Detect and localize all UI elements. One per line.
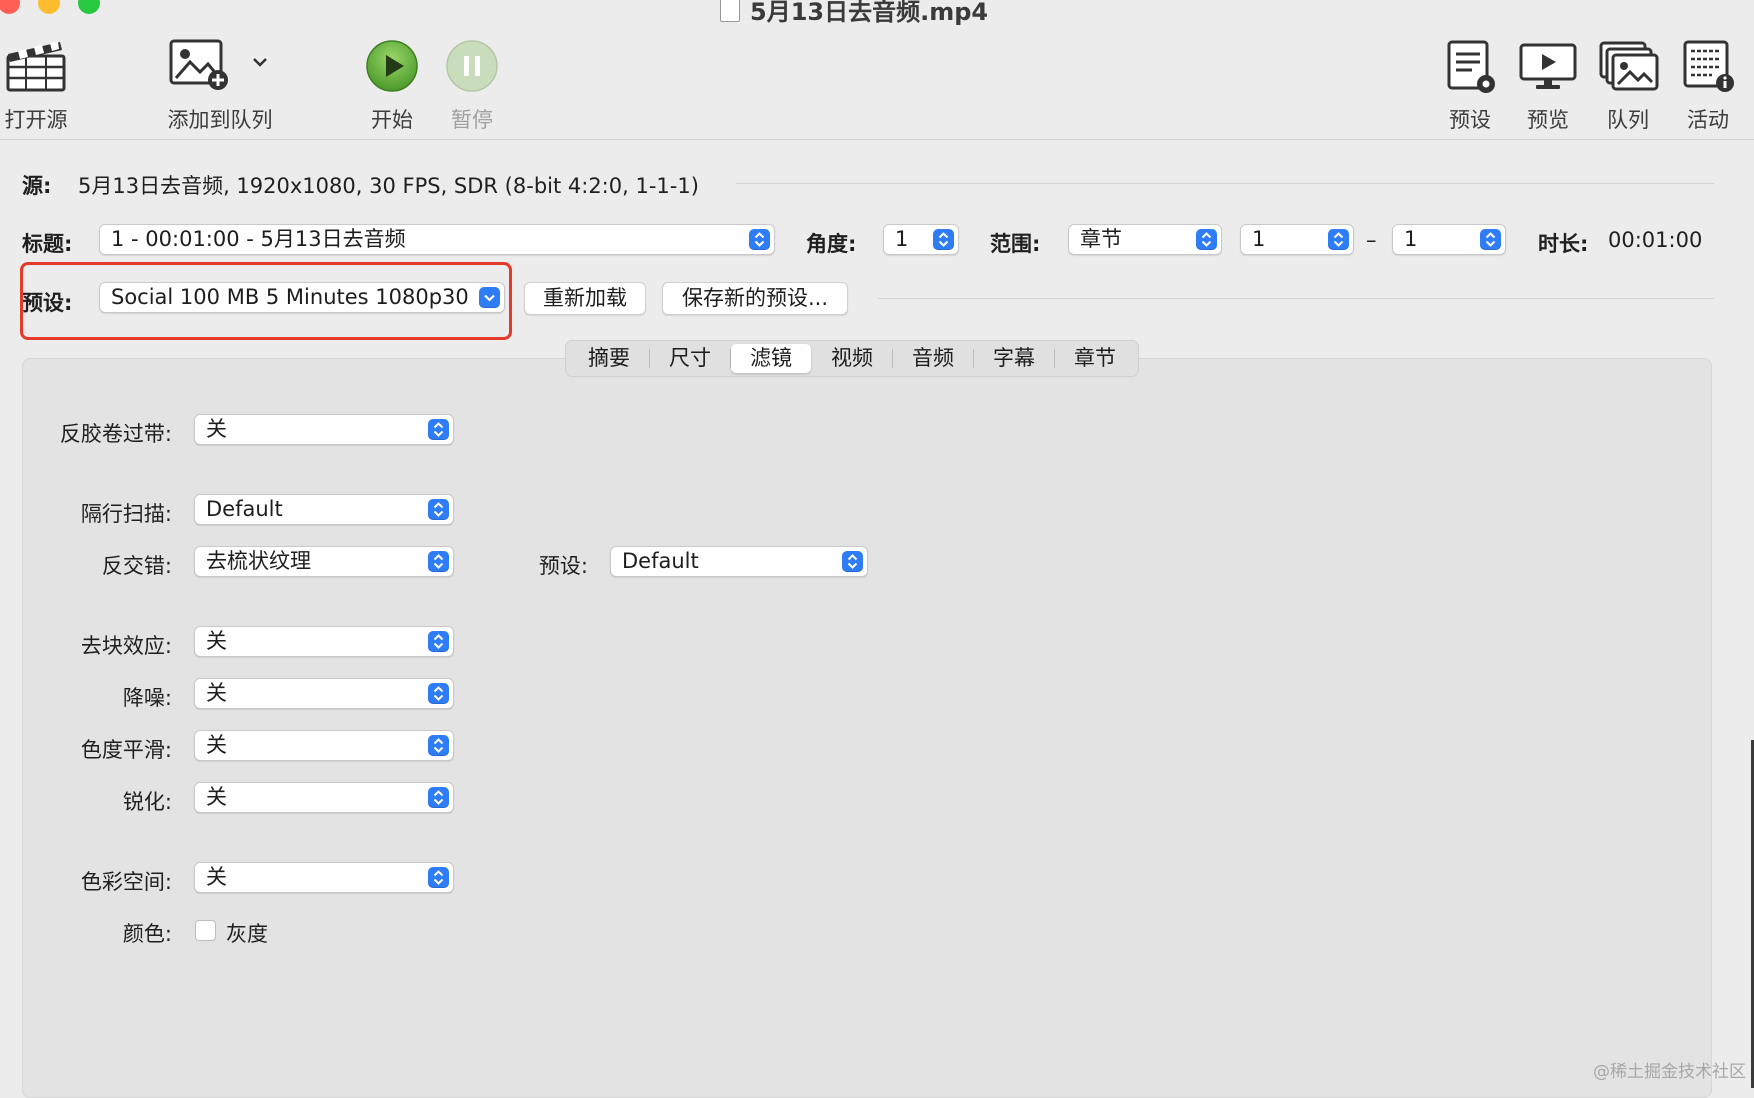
- updown-chevron-icon: [1328, 229, 1349, 250]
- sharpen-select[interactable]: 关: [194, 782, 454, 813]
- colorspace-label: 色彩空间:: [80, 870, 172, 894]
- range-start-select[interactable]: 1: [1240, 224, 1354, 255]
- source-label: 源:: [22, 174, 52, 198]
- presets-icon: [1447, 40, 1495, 93]
- window-title: 5月13日去音频.mp4: [720, 0, 988, 27]
- preview-label: 预览: [1527, 108, 1569, 132]
- colorspace-select[interactable]: 关: [194, 862, 454, 893]
- updown-chevron-icon: [428, 631, 449, 652]
- tab-chapters[interactable]: 章节: [1055, 344, 1135, 373]
- queue-label: 队列: [1607, 108, 1649, 132]
- tab-dimensions[interactable]: 尺寸: [650, 344, 730, 373]
- add-to-queue-button[interactable]: 添加到队列: [160, 36, 280, 132]
- duration-value: 00:01:00: [1608, 228, 1703, 252]
- add-to-queue-label: 添加到队列: [167, 108, 273, 132]
- preset-highlight-annotation: [20, 262, 512, 340]
- close-window-button[interactable]: [0, 0, 20, 14]
- angle-label: 角度:: [806, 232, 857, 256]
- zoom-window-button[interactable]: [78, 0, 100, 14]
- source-value: 5月13日去音频, 1920x1080, 30 FPS, SDR (8-bit …: [78, 174, 699, 198]
- title-label: 标题:: [22, 232, 73, 256]
- range-end-select[interactable]: 1: [1392, 224, 1506, 255]
- tab-filters[interactable]: 滤镜: [731, 344, 811, 373]
- chevron-down-icon[interactable]: [252, 56, 268, 68]
- queue-button[interactable]: 队列: [1596, 36, 1660, 132]
- updown-chevron-icon: [428, 499, 449, 520]
- updown-chevron-icon: [842, 551, 863, 572]
- detelecine-label: 反胶卷过带:: [59, 422, 172, 446]
- interlace-detection-select[interactable]: Default: [194, 494, 454, 525]
- interlace-detection-label: 隔行扫描:: [80, 502, 172, 526]
- grayscale-label: 灰度: [226, 922, 268, 946]
- color-label: 颜色:: [122, 922, 172, 946]
- start-button[interactable]: 开始: [362, 36, 422, 132]
- updown-chevron-icon: [1196, 229, 1217, 250]
- activity-label: 活动: [1687, 108, 1729, 132]
- denoise-label: 降噪:: [122, 686, 172, 710]
- tab-audio[interactable]: 音频: [893, 344, 973, 373]
- duration-label: 时长:: [1538, 232, 1589, 256]
- range-dash: –: [1366, 228, 1377, 252]
- chroma-smooth-select[interactable]: 关: [194, 730, 454, 761]
- updown-chevron-icon: [1480, 229, 1501, 250]
- updown-chevron-icon: [428, 787, 449, 808]
- deblock-select[interactable]: 关: [194, 626, 454, 657]
- range-type-select[interactable]: 章节: [1068, 224, 1222, 255]
- denoise-select[interactable]: 关: [194, 678, 454, 709]
- reload-preset-button[interactable]: 重新加载: [524, 282, 646, 315]
- preset-divider: [878, 298, 1714, 299]
- updown-chevron-icon: [749, 229, 770, 250]
- updown-chevron-icon: [933, 229, 954, 250]
- activity-log-icon: [1683, 40, 1734, 92]
- detelecine-select[interactable]: 关: [194, 414, 454, 445]
- updown-chevron-icon: [428, 551, 449, 572]
- toolbar: 5月13日去音频.mp4 打开源 添加到队列 开始 暂停 预设 预览 队列 活动: [0, 0, 1754, 140]
- angle-select[interactable]: 1: [883, 224, 959, 255]
- queue-icon: [1599, 41, 1659, 91]
- deinterlace-preset-label: 预设:: [538, 554, 588, 578]
- source-divider: [736, 183, 1714, 184]
- open-source-label: 打开源: [4, 108, 68, 132]
- updown-chevron-icon: [428, 867, 449, 888]
- presets-button[interactable]: 预设: [1440, 36, 1500, 132]
- pause-icon: [446, 40, 498, 92]
- updown-chevron-icon: [428, 683, 449, 704]
- clapperboard-icon: [6, 42, 66, 92]
- add-image-icon: [169, 39, 228, 90]
- document-icon: [720, 0, 740, 22]
- watermark: @稀土掘金技术社区: [1593, 1062, 1746, 1082]
- presets-label: 预设: [1449, 108, 1491, 132]
- deinterlace-preset-select[interactable]: Default: [610, 546, 868, 577]
- pause-button[interactable]: 暂停: [442, 36, 502, 132]
- updown-chevron-icon: [428, 419, 449, 440]
- tab-bar: 摘要 尺寸 滤镜 视频 音频 字幕 章节: [565, 340, 1139, 377]
- tab-content-panel: [22, 358, 1712, 1098]
- updown-chevron-icon: [428, 735, 449, 756]
- tab-subtitles[interactable]: 字幕: [974, 344, 1054, 373]
- sharpen-label: 锐化:: [122, 790, 172, 814]
- open-source-button[interactable]: 打开源: [0, 36, 72, 132]
- chroma-smooth-label: 色度平滑:: [80, 738, 172, 762]
- pause-label: 暂停: [451, 108, 493, 132]
- activity-button[interactable]: 活动: [1678, 36, 1738, 132]
- deinterlace-label: 反交错:: [101, 554, 172, 578]
- monitor-icon: [1519, 43, 1577, 89]
- grayscale-checkbox[interactable]: [195, 920, 216, 941]
- preview-button[interactable]: 预览: [1518, 36, 1578, 132]
- minimize-window-button[interactable]: [38, 0, 60, 14]
- range-label: 范围:: [990, 232, 1041, 256]
- save-new-preset-button[interactable]: 保存新的预设...: [662, 282, 848, 315]
- deblock-label: 去块效应:: [80, 634, 172, 658]
- title-select[interactable]: 1 - 00:01:00 - 5月13日去音频: [99, 224, 775, 255]
- start-label: 开始: [371, 108, 413, 132]
- tab-summary[interactable]: 摘要: [569, 344, 649, 373]
- deinterlace-select[interactable]: 去梳状纹理: [194, 546, 454, 577]
- play-icon: [366, 40, 418, 92]
- tab-video[interactable]: 视频: [812, 344, 892, 373]
